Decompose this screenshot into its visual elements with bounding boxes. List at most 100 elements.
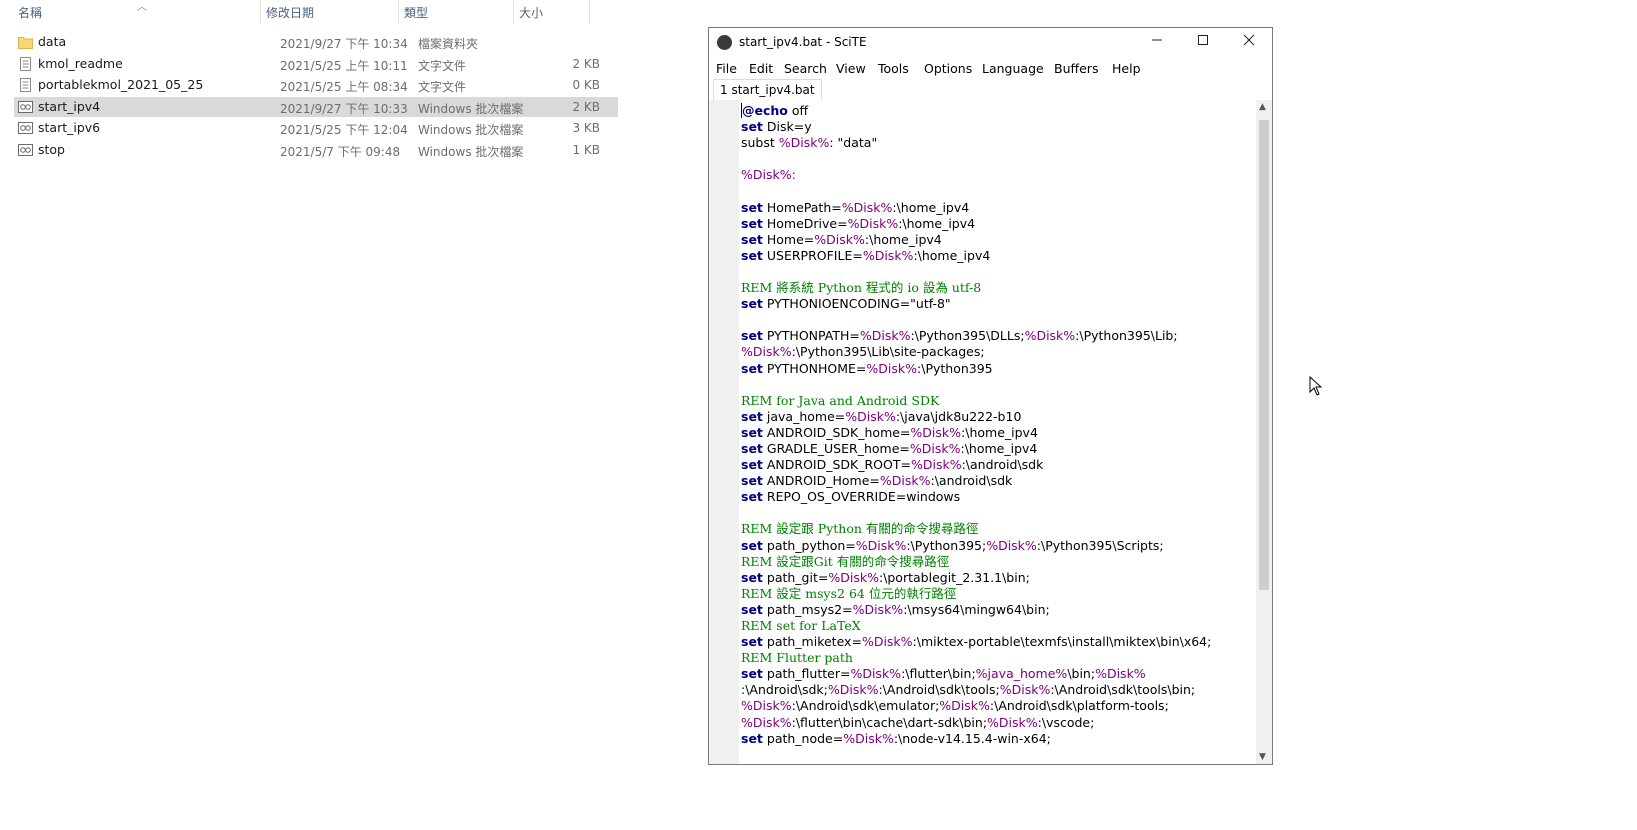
- code-line: set PYTHONIOENCODING="utf-8": [741, 296, 1256, 312]
- file-name: stop: [38, 141, 65, 157]
- code-token: %Disk%: [741, 714, 792, 730]
- column-divider[interactable]: [589, 0, 590, 24]
- column-header-size[interactable]: 大小: [519, 4, 543, 21]
- code-token: path_miketex=: [762, 634, 862, 650]
- text-file-icon: [20, 56, 31, 71]
- code-token: ANDROID_SDK_home=: [762, 424, 911, 440]
- menu-view[interactable]: View: [836, 61, 866, 76]
- code-line: set java_home=%Disk%:\java\jdk8u222-b10: [741, 409, 1256, 425]
- file-modified-date: 2021/5/25 上午 10:11: [280, 58, 408, 73]
- code-line: set USERPROFILE=%Disk%:\home_ipv4: [741, 248, 1256, 264]
- code-token: set: [741, 231, 763, 247]
- column-header-date[interactable]: 修改日期: [266, 4, 314, 21]
- code-token: %Disk%:: [741, 167, 796, 183]
- code-token: %Disk%: [847, 215, 899, 231]
- code-token: set: [741, 473, 763, 489]
- code-token: set: [741, 328, 763, 344]
- code-text-area[interactable]: @echo off set Disk=y subst %Disk%: "data" …: [741, 103, 1256, 763]
- file-type: Windows 批次檔案: [418, 144, 524, 159]
- code-token: %Disk%: [939, 698, 990, 714]
- column-header-name[interactable]: 名稱: [18, 4, 42, 21]
- code-token: %Disk%: [859, 328, 911, 344]
- code-token: PYTHONIOENCODING="utf-8": [762, 296, 951, 312]
- scite-window: start_ipv4.bat - SciTE File Edit Search …: [708, 27, 1273, 765]
- code-token: set: [741, 601, 763, 617]
- code-token: %Disk%: [850, 666, 902, 682]
- code-line: set ANDROID_SDK_home=%Disk%:\home_ipv4: [741, 425, 1256, 441]
- menu-edit[interactable]: Edit: [749, 61, 773, 76]
- minimize-button[interactable]: [1134, 28, 1180, 58]
- minimize-icon: [1152, 39, 1162, 41]
- code-token: PYTHONPATH=: [762, 328, 860, 344]
- menu-buffers[interactable]: Buffers: [1054, 61, 1098, 76]
- menu-language[interactable]: Language: [982, 61, 1044, 76]
- code-line: set path_msys2=%Disk%:\msys64\mingw64\bi…: [741, 602, 1256, 618]
- tab-start-ipv4-bat[interactable]: 1 start_ipv4.bat: [713, 79, 822, 100]
- code-token: :\Android\sdk\tools\bin;: [1050, 682, 1196, 698]
- column-divider[interactable]: [513, 0, 514, 24]
- file-row[interactable]: start_ipv4 2021/9/27 下午 10:33 Windows 批次檔案…: [14, 96, 618, 117]
- maximize-button[interactable]: [1180, 28, 1226, 58]
- code-token: %Disk%: [910, 424, 962, 440]
- code-token: set: [741, 408, 763, 424]
- menu-bar: File Edit Search View Tools Options Lang…: [709, 58, 1272, 78]
- close-button[interactable]: [1226, 28, 1272, 58]
- scroll-up-arrow-icon[interactable]: ▲: [1259, 102, 1266, 112]
- file-row[interactable]: kmol_readme 2021/5/25 上午 10:11 文字文件 2 KB: [14, 54, 618, 74]
- line-margin[interactable]: [709, 100, 739, 764]
- code-line: REM for Java and Android SDK: [741, 393, 1256, 409]
- code-token: set: [741, 215, 763, 231]
- code-token: %Disk%: [855, 537, 907, 553]
- file-name: start_ipv6: [38, 120, 101, 135]
- code-token: %Disk%: [845, 408, 896, 424]
- code-line: REM 將系統 Python 程式的 io 設為 utf-8: [741, 280, 1256, 296]
- code-token: set: [741, 489, 763, 505]
- code-token: :\node-v14.15.4-win-x64;: [893, 730, 1051, 746]
- code-token: REM Flutter path: [741, 650, 853, 666]
- code-token: :\android\sdk: [961, 457, 1044, 473]
- folder-icon: [18, 37, 33, 49]
- scrollbar-thumb[interactable]: [1259, 120, 1269, 590]
- code-line: set path_flutter=%Disk%:\flutter\bin;%ja…: [741, 666, 1256, 682]
- scroll-down-arrow-icon[interactable]: ▼: [1259, 752, 1266, 762]
- column-divider[interactable]: [398, 0, 399, 24]
- file-row[interactable]: portablekmol_2021_05_25 2021/5/25 上午 08:3…: [14, 75, 618, 95]
- vertical-scrollbar[interactable]: ▲ ▼: [1256, 100, 1272, 764]
- column-divider[interactable]: [260, 0, 261, 24]
- code-token: :\portablegit_2.31.1\bin;: [878, 569, 1030, 585]
- column-header-row: ︿ 名稱 修改日期 類型 大小: [0, 0, 620, 24]
- window-title: start_ipv4.bat - SciTE: [739, 35, 867, 49]
- code-token: %Disk%: [910, 457, 962, 473]
- code-token: subst: [741, 135, 779, 151]
- menu-search[interactable]: Search: [784, 61, 827, 76]
- file-name: start_ipv4: [38, 98, 101, 114]
- file-row[interactable]: data 2021/9/27 下午 10:34 檔案資料夾: [14, 32, 618, 52]
- column-header-type[interactable]: 類型: [404, 4, 428, 21]
- file-row[interactable]: start_ipv6 2021/5/25 下午 12:04 Windows 批次檔案…: [14, 118, 618, 138]
- code-editor[interactable]: @echo off set Disk=y subst %Disk%: "data" …: [709, 100, 1272, 764]
- code-line: set HomePath=%Disk%:\home_ipv4: [741, 200, 1256, 216]
- code-token: REM 將系統 Python 程式的 io 設為 utf-8: [741, 280, 982, 296]
- code-token: %Disk%: [999, 682, 1051, 698]
- menu-tools[interactable]: Tools: [878, 61, 909, 76]
- code-token: set: [741, 666, 763, 682]
- code-token: :\Android\sdk;: [741, 682, 828, 698]
- menu-file[interactable]: File: [716, 61, 737, 76]
- code-token: path_node=: [762, 730, 844, 746]
- menu-help[interactable]: Help: [1112, 61, 1141, 76]
- title-bar[interactable]: start_ipv4.bat - SciTE: [709, 28, 1272, 58]
- menu-options[interactable]: Options: [924, 61, 972, 76]
- file-size: 2 KB: [572, 99, 600, 114]
- code-token: set: [741, 424, 763, 440]
- code-token: %Disk%: [778, 135, 830, 151]
- code-token: @echo: [741, 103, 788, 118]
- code-line: set path_miketex=%Disk%:\miktex-portable…: [741, 634, 1256, 650]
- code-token: :\Python395: [917, 360, 993, 376]
- code-token: PYTHONHOME=: [762, 360, 867, 376]
- code-token: set: [741, 537, 763, 553]
- file-row[interactable]: stop 2021/5/7 下午 09:48 Windows 批次檔案 1 KB: [14, 140, 618, 160]
- code-token: set: [741, 360, 763, 376]
